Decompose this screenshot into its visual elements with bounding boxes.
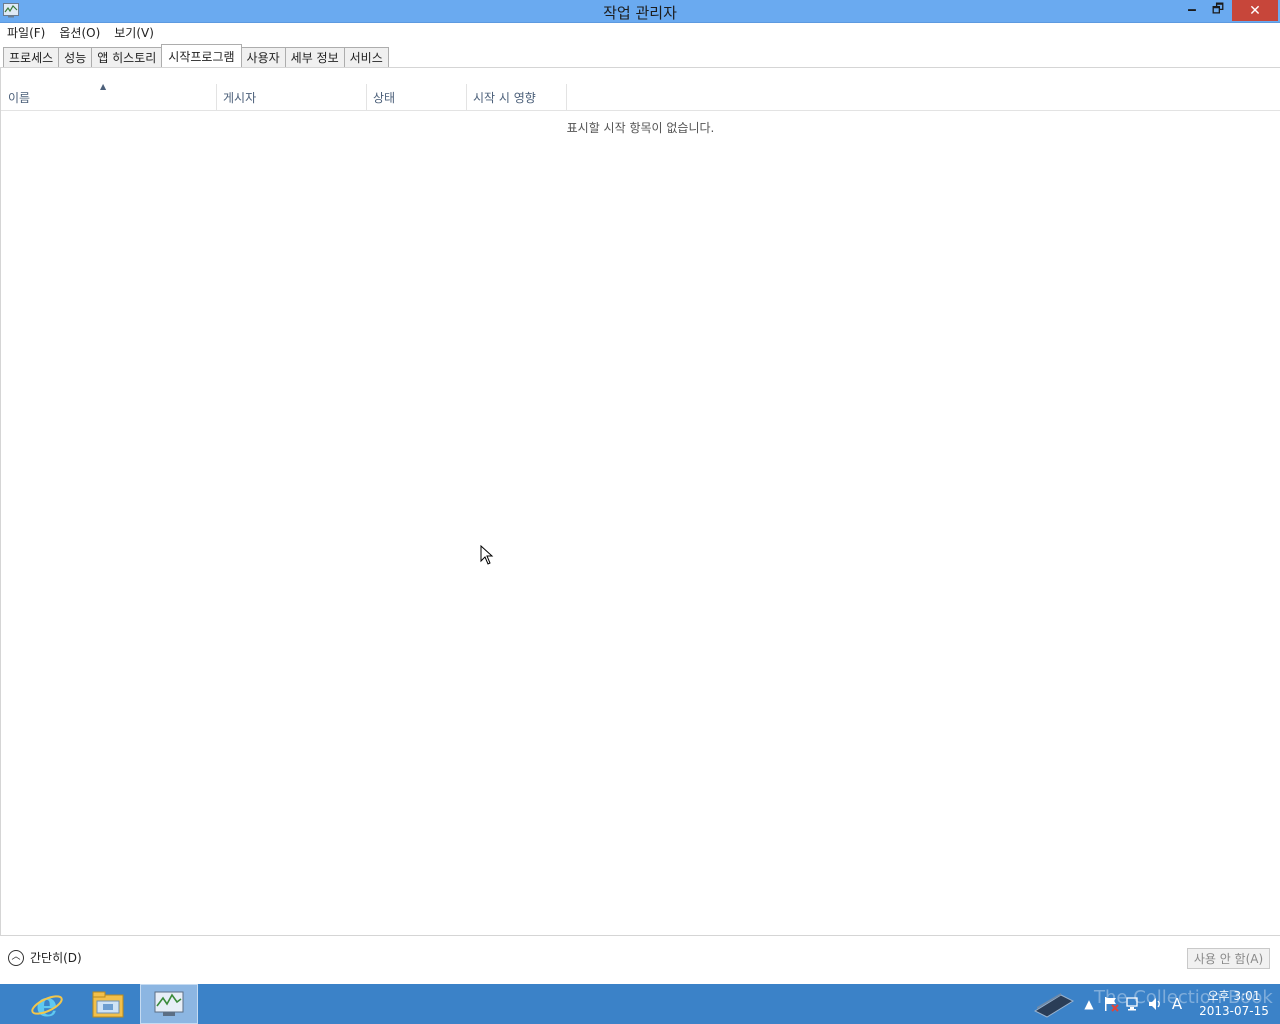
title-bar[interactable]: 작업 관리자 🗕 🗗 ✕	[0, 0, 1280, 23]
disable-button[interactable]: 사용 안 함(A)	[1187, 948, 1270, 969]
column-header-startup-impact[interactable]: 시작 시 영향	[466, 84, 567, 110]
column-header-startup-impact-label: 시작 시 영향	[473, 91, 536, 105]
tab-strip: 프로세스 성능 앱 히스토리 시작프로그램 사용자 세부 정보 서비스	[3, 44, 389, 67]
tab-services[interactable]: 서비스	[343, 47, 389, 67]
tab-users[interactable]: 사용자	[240, 47, 286, 67]
taskbar-internet-explorer[interactable]: e	[18, 984, 76, 1024]
restore-button[interactable]: 🗗	[1206, 0, 1230, 21]
clock[interactable]: 오후 3:01 2013-07-15	[1188, 989, 1280, 1019]
taskbar-file-explorer[interactable]	[79, 984, 137, 1024]
menu-options[interactable]: 옵션(O)	[52, 24, 107, 41]
book-logo-icon	[1028, 984, 1078, 1024]
fewer-details-button[interactable]: ︿ 간단히(D)	[8, 949, 82, 966]
close-icon: ✕	[1249, 2, 1261, 19]
system-tray: ▲ A 오후 3:01 2013-07-15	[1028, 984, 1280, 1024]
menu-bar: 파일(F) 옵션(O) 보기(V)	[0, 23, 1280, 42]
taskbar: e The Collection Book ▲ A 오후 3:01 2013-0…	[0, 984, 1280, 1024]
tab-performance[interactable]: 성능	[58, 47, 93, 67]
minimize-icon: 🗕	[1187, 1, 1197, 17]
column-header-name[interactable]: ▲ 이름	[1, 82, 217, 110]
tab-app-history[interactable]: 앱 히스토리	[91, 47, 163, 67]
chevron-up-circle-icon: ︿	[8, 949, 24, 966]
sort-ascending-icon: ▲	[100, 82, 107, 91]
tab-startup[interactable]: 시작프로그램	[161, 44, 242, 67]
empty-list-message: 표시할 시작 항목이 없습니다.	[566, 121, 715, 135]
task-manager-icon	[154, 991, 184, 1016]
column-header-status[interactable]: 상태	[366, 84, 467, 110]
internet-explorer-icon: e	[31, 987, 63, 1021]
restore-icon: 🗗	[1211, 1, 1225, 17]
volume-icon[interactable]	[1144, 984, 1166, 1024]
clock-date: 2013-07-15	[1199, 1004, 1269, 1018]
column-header-publisher[interactable]: 게시자	[216, 84, 367, 110]
column-header-publisher-label: 게시자	[223, 91, 257, 105]
footer-bar: ︿ 간단히(D) 사용 안 함(A)	[0, 936, 1280, 983]
column-header-row: ▲ 이름 게시자 상태 시작 시 영향	[1, 82, 1280, 111]
menu-file[interactable]: 파일(F)	[0, 24, 52, 41]
column-header-status-label: 상태	[373, 91, 396, 105]
fewer-details-label: 간단히(D)	[30, 951, 82, 965]
minimize-button[interactable]: 🗕	[1180, 0, 1204, 21]
network-icon[interactable]	[1122, 984, 1144, 1024]
startup-panel: ▲ 이름 게시자 상태 시작 시 영향 표시할 시작 항목이 없습니다.	[0, 68, 1280, 936]
mouse-cursor-icon	[480, 545, 494, 565]
taskbar-task-manager[interactable]	[140, 984, 198, 1024]
file-explorer-icon	[92, 991, 124, 1018]
column-header-name-label: 이름	[8, 91, 31, 105]
window-title: 작업 관리자	[603, 4, 677, 22]
svg-text:e: e	[36, 987, 58, 1021]
ime-indicator[interactable]: A	[1166, 984, 1188, 1024]
tab-processes[interactable]: 프로세스	[3, 47, 60, 67]
tab-details[interactable]: 세부 정보	[284, 47, 345, 67]
show-hidden-icons-icon[interactable]: ▲	[1078, 984, 1100, 1024]
action-center-flag-icon[interactable]	[1100, 984, 1122, 1024]
menu-view[interactable]: 보기(V)	[107, 24, 161, 41]
clock-time: 오후 3:01	[1207, 989, 1261, 1003]
close-button[interactable]: ✕	[1232, 0, 1278, 21]
task-manager-window: 작업 관리자 🗕 🗗 ✕ 파일(F) 옵션(O) 보기(V) 프로세스 성능 앱…	[0, 0, 1280, 984]
